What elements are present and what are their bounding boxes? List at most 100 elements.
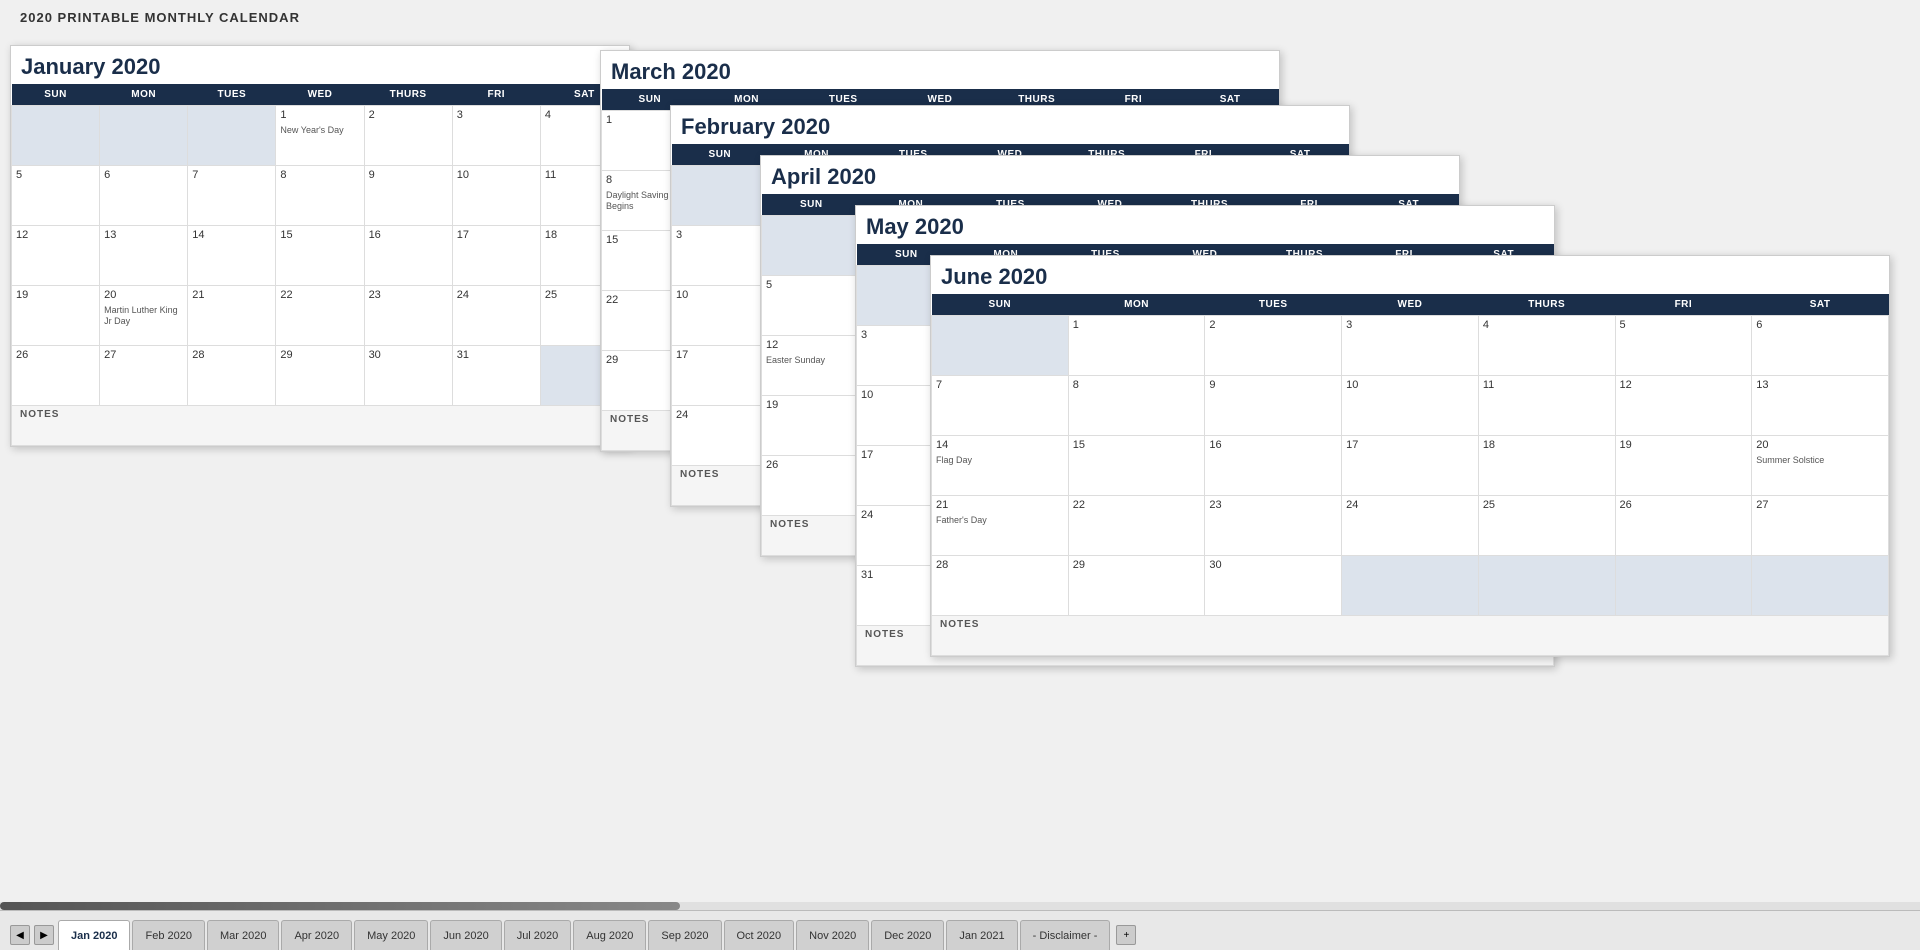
- table-row: 4: [1478, 316, 1615, 376]
- table-row: 19: [1615, 436, 1752, 496]
- table-row: 10: [1342, 376, 1479, 436]
- table-row: 1: [1068, 316, 1205, 376]
- tab-prev-button[interactable]: ◀: [10, 925, 30, 945]
- february-title: February 2020: [671, 106, 1349, 144]
- table-row: 28: [188, 346, 276, 406]
- march-title: March 2020: [601, 51, 1279, 89]
- table-row: 6: [100, 166, 188, 226]
- table-row: 2: [1205, 316, 1342, 376]
- table-row: 21: [188, 286, 276, 346]
- horizontal-scrollbar[interactable]: [0, 902, 1920, 910]
- tab-jul-2020[interactable]: Jul 2020: [504, 920, 572, 950]
- tab-disclaimer[interactable]: - Disclaimer -: [1020, 920, 1111, 950]
- table-row: 21Father's Day: [932, 496, 1069, 556]
- tab-jan-2021[interactable]: Jan 2021: [946, 920, 1017, 950]
- main-area: 2020 PRINTABLE MONTHLY CALENDAR January …: [0, 0, 1920, 910]
- calendar-june: June 2020 SUN MON TUES WED THURS FRI SAT…: [930, 255, 1890, 657]
- table-row: [932, 316, 1069, 376]
- table-row: 19: [762, 396, 862, 456]
- tab-dec-2020[interactable]: Dec 2020: [871, 920, 944, 950]
- tab-may-2020[interactable]: May 2020: [354, 920, 428, 950]
- table-row: 23: [364, 286, 452, 346]
- table-row: [12, 106, 100, 166]
- table-row: 11: [1478, 376, 1615, 436]
- table-row: [672, 166, 769, 226]
- tab-aug-2020[interactable]: Aug 2020: [573, 920, 646, 950]
- table-row: 14: [188, 226, 276, 286]
- table-row: 13: [100, 226, 188, 286]
- scrollbar-thumb[interactable]: [0, 902, 680, 910]
- tab-add-button[interactable]: +: [1116, 925, 1136, 945]
- table-row: 16: [1205, 436, 1342, 496]
- table-row: 20Summer Solstice: [1752, 436, 1889, 496]
- table-row: 2: [364, 106, 452, 166]
- january-title: January 2020: [11, 46, 629, 84]
- table-row: 24: [452, 286, 540, 346]
- table-row: 10: [672, 286, 769, 346]
- june-table: SUN MON TUES WED THURS FRI SAT 1 2 3 4 5: [931, 294, 1889, 656]
- table-row: 1New Year's Day: [276, 106, 364, 166]
- table-row: 26: [1615, 496, 1752, 556]
- table-row: 17: [452, 226, 540, 286]
- table-row: 5: [12, 166, 100, 226]
- table-row: 22: [1068, 496, 1205, 556]
- table-row: 28: [932, 556, 1069, 616]
- notes-label: NOTES: [12, 406, 629, 446]
- table-row: 8: [1068, 376, 1205, 436]
- col-fri: FRI: [452, 84, 540, 106]
- table-row: 22: [276, 286, 364, 346]
- notes-label: NOTES: [932, 616, 1889, 656]
- may-title: May 2020: [856, 206, 1554, 244]
- tab-nov-2020[interactable]: Nov 2020: [796, 920, 869, 950]
- tab-jun-2020[interactable]: Jun 2020: [430, 920, 501, 950]
- table-row: 29: [1068, 556, 1205, 616]
- table-row: 7: [188, 166, 276, 226]
- table-row: 12: [1615, 376, 1752, 436]
- table-row: 17: [672, 346, 769, 406]
- table-row: 5: [762, 276, 862, 336]
- table-row: 29: [276, 346, 364, 406]
- table-row: 31: [452, 346, 540, 406]
- table-row: 3: [672, 226, 769, 286]
- col-mon: MON: [100, 84, 188, 106]
- table-row: [100, 106, 188, 166]
- col-wed: WED: [276, 84, 364, 106]
- table-row: [762, 216, 862, 276]
- table-row: 16: [364, 226, 452, 286]
- tab-oct-2020[interactable]: Oct 2020: [724, 920, 795, 950]
- table-row: 3: [452, 106, 540, 166]
- table-row: 27: [1752, 496, 1889, 556]
- table-row: 26: [762, 456, 862, 516]
- table-row: 18: [1478, 436, 1615, 496]
- table-row: 20Martin Luther King Jr Day: [100, 286, 188, 346]
- calendar-january: January 2020 SUN MON TUES WED THURS FRI …: [10, 45, 630, 447]
- tab-feb-2020[interactable]: Feb 2020: [132, 920, 204, 950]
- table-row: 23: [1205, 496, 1342, 556]
- table-row: 9: [364, 166, 452, 226]
- june-title: June 2020: [931, 256, 1889, 294]
- table-row: [1478, 556, 1615, 616]
- tab-mar-2020[interactable]: Mar 2020: [207, 920, 279, 950]
- table-row: 19: [12, 286, 100, 346]
- table-row: 6: [1752, 316, 1889, 376]
- table-row: [188, 106, 276, 166]
- table-row: 10: [452, 166, 540, 226]
- table-row: 15: [1068, 436, 1205, 496]
- tab-next-button[interactable]: ▶: [34, 925, 54, 945]
- table-row: 30: [364, 346, 452, 406]
- table-row: 8: [276, 166, 364, 226]
- table-row: 27: [100, 346, 188, 406]
- table-row: 5: [1615, 316, 1752, 376]
- table-row: 3: [1342, 316, 1479, 376]
- col-sun: SUN: [12, 84, 100, 106]
- page-title: 2020 PRINTABLE MONTHLY CALENDAR: [20, 10, 1900, 25]
- table-row: 12: [12, 226, 100, 286]
- tab-apr-2020[interactable]: Apr 2020: [281, 920, 352, 950]
- table-row: 25: [1478, 496, 1615, 556]
- tab-jan-2020[interactable]: Jan 2020: [58, 920, 130, 950]
- table-row: 15: [276, 226, 364, 286]
- table-row: 30: [1205, 556, 1342, 616]
- table-row: 24: [672, 406, 769, 466]
- january-table: SUN MON TUES WED THURS FRI SAT 1New Year…: [11, 84, 629, 446]
- tab-sep-2020[interactable]: Sep 2020: [648, 920, 721, 950]
